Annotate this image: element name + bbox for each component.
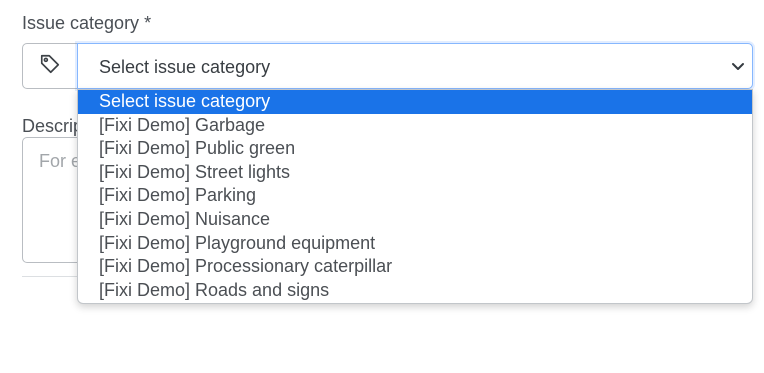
- dropdown-option[interactable]: [Fixi Demo] Playground equipment: [78, 232, 752, 256]
- category-addon: [22, 43, 78, 89]
- dropdown-option[interactable]: [Fixi Demo] Parking: [78, 184, 752, 208]
- dropdown-option[interactable]: Select issue category: [78, 90, 752, 114]
- issue-category-select-value: Select issue category: [99, 57, 271, 77]
- dropdown-option[interactable]: [Fixi Demo] Processionary caterpillar: [78, 255, 752, 279]
- dropdown-option[interactable]: [Fixi Demo] Street lights: [78, 161, 752, 185]
- dropdown-option[interactable]: [Fixi Demo] Garbage: [78, 114, 752, 138]
- description-placeholder: For e: [39, 151, 82, 171]
- dropdown-option[interactable]: [Fixi Demo] Nuisance: [78, 208, 752, 232]
- tag-icon: [39, 53, 61, 80]
- description-label: Descrip: [22, 116, 84, 136]
- chevron-down-icon: [730, 58, 746, 74]
- issue-category-dropdown: Select issue category [Fixi Demo] Garbage…: [77, 89, 753, 304]
- dropdown-option[interactable]: [Fixi Demo] Roads and signs: [78, 279, 752, 303]
- issue-category-input-group: Select issue category: [22, 43, 753, 89]
- issue-form: Issue category * Select issue category D…: [0, 0, 764, 373]
- dropdown-option[interactable]: [Fixi Demo] Public green: [78, 137, 752, 161]
- issue-category-label: Issue category *: [22, 13, 152, 33]
- issue-category-select[interactable]: Select issue category: [77, 43, 753, 89]
